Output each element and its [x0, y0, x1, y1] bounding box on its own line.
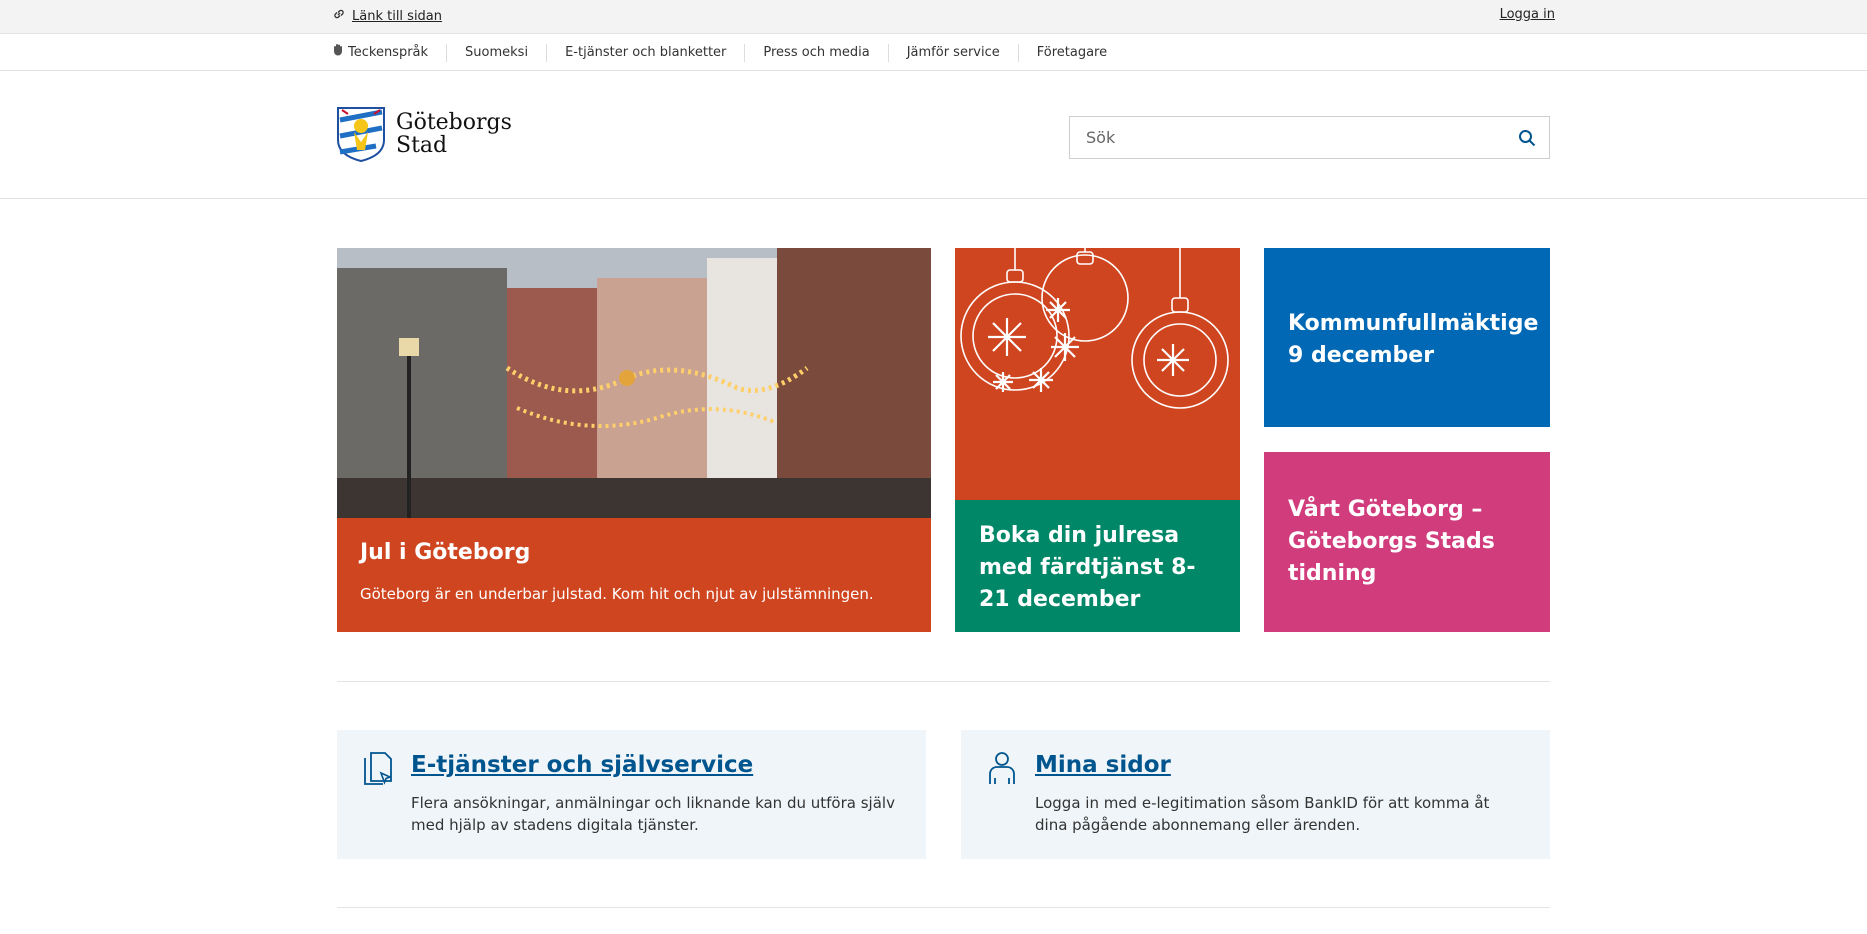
utility-bar: Länk till sidan Logga in: [0, 0, 1867, 34]
site-header: Göteborgs Stad: [0, 71, 1867, 199]
site-logo[interactable]: Göteborgs Stad: [336, 106, 512, 162]
section-divider: [337, 681, 1550, 682]
tile-julresa[interactable]: Boka din julresa med färdtjänst 8-21 dec…: [955, 248, 1240, 632]
tile-vart-goteborg[interactable]: Vårt Göteborg – Göteborgs Stads tidning: [1264, 452, 1550, 632]
page-link-label: Länk till sidan: [352, 8, 443, 24]
mina-sidor-link[interactable]: Mina sidor: [1035, 752, 1526, 778]
tile-jul-i-goteborg[interactable]: Jul i Göteborg Göteborg är en underbar j…: [337, 248, 931, 632]
document-cursor-icon: [364, 752, 393, 785]
tile-jul-title: Jul i Göteborg: [360, 540, 531, 565]
search-button[interactable]: [1505, 117, 1549, 158]
search-input[interactable]: [1070, 117, 1505, 158]
nav-item-press[interactable]: Press och media: [744, 43, 887, 62]
person-icon: [989, 752, 1015, 784]
christmas-ornaments-illustration: [955, 248, 1240, 500]
tile-kommunfullmaktige[interactable]: Kommunfullmäktige 9 december: [1264, 248, 1550, 427]
nav-item-sign-language[interactable]: Teckenspråk: [332, 43, 446, 62]
crest-icon: [337, 107, 385, 162]
eservices-link[interactable]: E-tjänster och självservice: [411, 752, 902, 778]
search-box: [1069, 116, 1550, 159]
tile-vart-goteborg-title: Vårt Göteborg – Göteborgs Stads tidning: [1288, 497, 1495, 586]
nav-item-compare[interactable]: Jämför service: [887, 43, 1018, 62]
eservices-text: Flera ansökningar, anmälningar och likna…: [411, 794, 895, 834]
nav-item-eservices[interactable]: E-tjänster och blanketter: [546, 43, 744, 62]
nav-item-finnish[interactable]: Suomeksi: [446, 43, 546, 62]
search-icon: [1519, 129, 1536, 146]
hand-icon: [332, 43, 344, 62]
logo-text: Göteborgs Stad: [396, 110, 512, 158]
page-link[interactable]: Länk till sidan: [332, 7, 442, 25]
service-card-eservices[interactable]: E-tjänster och självservice Flera ansökn…: [337, 730, 926, 859]
service-card-mina-sidor[interactable]: Mina sidor Logga in med e-legitimation s…: [961, 730, 1550, 859]
tile-jul-text: Göteborg är en underbar julstad. Kom hit…: [360, 585, 874, 603]
nav-item-business[interactable]: Företagare: [1017, 43, 1125, 62]
tile-julresa-title: Boka din julresa med färdtjänst 8-21 dec…: [955, 500, 1240, 632]
hero-tiles: Jul i Göteborg Göteborg är en underbar j…: [337, 248, 1550, 632]
christmas-street-photo: [337, 248, 931, 518]
tile-kommunfullmaktige-title: Kommunfullmäktige 9 december: [1288, 311, 1539, 368]
section-divider-bottom: [337, 907, 1550, 908]
tile-jul-caption: Jul i Göteborg Göteborg är en underbar j…: [337, 518, 931, 623]
link-icon: [332, 7, 346, 25]
mina-sidor-text: Logga in med e-legitimation såsom BankID…: [1035, 794, 1490, 834]
top-nav: Teckenspråk Suomeksi E-tjänster och blan…: [0, 34, 1867, 71]
login-link[interactable]: Logga in: [1500, 7, 1555, 22]
